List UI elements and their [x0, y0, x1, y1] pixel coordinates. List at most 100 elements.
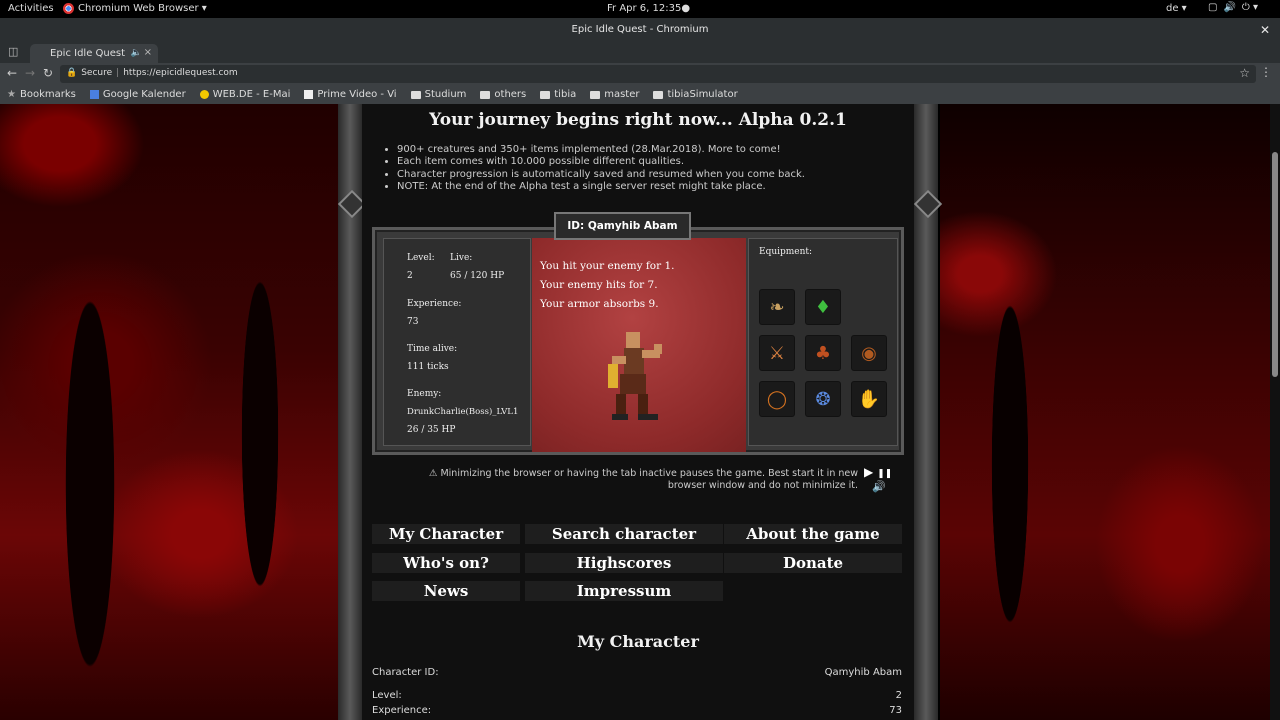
reload-icon[interactable]: ↻ [43, 66, 53, 80]
tab-epic-idle-quest[interactable]: Epic Idle Quest 🔈 × [30, 44, 158, 63]
time-alive-value: 111 ticks [407, 362, 449, 372]
bookmark-label: Studium [424, 89, 467, 100]
experience-row: Experience: 73 [372, 705, 902, 716]
lock-icon[interactable]: 🔒 [66, 68, 77, 80]
shield-icon[interactable]: ◉ [851, 335, 887, 371]
bookmark-label: tibiaSimulator [667, 89, 738, 100]
time-alive-label: Time alive: [407, 344, 458, 354]
webde-icon [199, 90, 209, 99]
row-label: Character ID: [372, 667, 439, 678]
scrollbar-thumb[interactable] [1272, 152, 1278, 377]
my-character-heading: My Character [577, 632, 699, 651]
page-scrollbar[interactable] [1270, 104, 1280, 720]
background-forest-right [940, 104, 1280, 720]
power-icon: ⏻ ▾ [1241, 2, 1259, 13]
bookmark-label: tibia [554, 89, 577, 100]
ring-icon[interactable]: ◯ [759, 381, 795, 417]
nav-search-character[interactable]: Search character [525, 524, 723, 544]
nav-impressum[interactable]: Impressum [525, 581, 723, 601]
folder-icon [590, 90, 601, 99]
calendar-icon [89, 90, 99, 99]
amulet-icon[interactable]: ❧ [759, 289, 795, 325]
nav-donate[interactable]: Donate [724, 553, 902, 573]
volume-icon: 🔊 [1223, 2, 1236, 13]
folder-icon [540, 90, 551, 99]
window-close-button[interactable]: ✕ [1260, 18, 1270, 42]
browser-menu-icon[interactable]: ⋮ [1260, 65, 1272, 79]
row-label: Experience: [372, 705, 432, 716]
address-bar[interactable]: 🔒 Secure | https://epicidlequest.com ☆ [60, 65, 1256, 83]
app-menu[interactable]: Chromium Web Browser ▾ [63, 3, 207, 14]
star-icon: ★ [7, 89, 16, 100]
forward-icon[interactable]: → [25, 66, 35, 80]
pause-icon[interactable]: ❚❚ [877, 469, 892, 479]
tab-search-icon[interactable]: ◫ [8, 45, 18, 58]
system-tray[interactable]: ▢ 🔊 ⏻ ▾ [1208, 2, 1258, 13]
live-value: 65 / 120 HP [450, 271, 505, 281]
chromium-icon [63, 3, 74, 14]
back-icon[interactable]: ← [7, 66, 17, 80]
nav-about-the-game[interactable]: About the game [724, 524, 902, 544]
bookmark-folder-studium[interactable]: Studium [410, 89, 467, 100]
bookmark-prime-video[interactable]: Prime Video - Vi [304, 89, 397, 100]
bookmark-star-icon[interactable]: ☆ [1239, 66, 1250, 80]
clock[interactable]: Fr Apr 6, 12:35● [607, 3, 690, 14]
gloves-icon[interactable]: ✋ [851, 381, 887, 417]
feature-item: NOTE: At the end of the Alpha test a sin… [397, 181, 805, 193]
page-viewport: Your journey begins right now... Alpha 0… [0, 104, 1280, 720]
combat-log-line: Your enemy hits for 7. [540, 279, 658, 291]
nav-whos-on[interactable]: Who's on? [372, 553, 520, 573]
os-top-bar: Activities Chromium Web Browser ▾ Fr Apr… [0, 0, 1280, 18]
combat-log-line: Your armor absorbs 9. [540, 298, 659, 310]
bookmark-folder-master[interactable]: master [590, 89, 639, 100]
sound-icon[interactable]: 🔊 [872, 480, 886, 493]
nav-highscores[interactable]: Highscores [525, 553, 723, 573]
page-headline: Your journey begins right now... Alpha 0… [429, 110, 847, 130]
tab-close-button[interactable]: × [144, 47, 152, 58]
game-controls: ▶ ❚❚ 🔊 [864, 465, 892, 493]
feature-item: Each item comes with 10.000 possible dif… [397, 156, 805, 168]
folder-icon [653, 90, 664, 99]
secure-label: Secure [81, 68, 113, 78]
nav-my-character[interactable]: My Character [372, 524, 520, 544]
language-indicator[interactable]: de ▾ [1166, 3, 1187, 14]
bookmark-bookmarks[interactable]: ★ Bookmarks [7, 89, 76, 100]
feature-list: 900+ creatures and 350+ items implemente… [385, 144, 805, 193]
bookmark-folder-others[interactable]: others [480, 89, 526, 100]
enemy-name: DrunkCharlie(Boss)_LVL1 [407, 407, 519, 417]
app-menu-label: Chromium Web Browser ▾ [78, 3, 207, 14]
combat-log-line: You hit your enemy for 1. [540, 260, 675, 272]
armor-icon[interactable]: ♣ [805, 335, 841, 371]
activities-button[interactable]: Activities [8, 3, 54, 14]
bookmark-label: master [604, 89, 640, 100]
row-value: Qamyhib Abam [824, 667, 902, 678]
tab-audio-icon[interactable]: 🔈 [131, 48, 142, 58]
bookmark-label: others [494, 89, 527, 100]
bookmark-folder-tibiasimulator[interactable]: tibiaSimulator [653, 89, 738, 100]
nav-news[interactable]: News [372, 581, 520, 601]
bookmark-google-kalender[interactable]: Google Kalender [89, 89, 186, 100]
screen-icon: ▢ [1208, 2, 1218, 13]
level-label: Level: [407, 253, 435, 263]
play-icon[interactable]: ▶ [864, 465, 873, 479]
club-icon[interactable]: ⚔ [759, 335, 795, 371]
helmet-icon[interactable]: ♦ [805, 289, 841, 325]
live-label: Live: [450, 253, 473, 263]
equipment-panel: Equipment: ❧ ♦ ⚔ ♣ ◉ ◯ ❂ ✋ [748, 238, 898, 446]
bookmark-webde[interactable]: WEB.DE - E-Mai [199, 89, 290, 100]
main-content: Your journey begins right now... Alpha 0… [362, 104, 914, 720]
bookmarks-bar: ★ Bookmarks Google Kalender WEB.DE - E-M… [0, 85, 1280, 104]
game-panel: Level: Live: 2 65 / 120 HP Experience: 7… [372, 227, 904, 455]
stats-panel: Level: Live: 2 65 / 120 HP Experience: 7… [383, 238, 531, 446]
url-separator: | [116, 68, 120, 78]
bookmark-label: Bookmarks [19, 89, 76, 100]
row-value: 73 [889, 705, 902, 716]
bookmark-folder-tibia[interactable]: tibia [540, 89, 576, 100]
prime-icon [304, 90, 314, 99]
pause-warning: ⚠ Minimizing the browser or having the t… [428, 468, 858, 491]
url-text[interactable]: https://epicidlequest.com [123, 68, 237, 80]
boots-icon[interactable]: ❂ [805, 381, 841, 417]
folder-icon [410, 90, 421, 99]
row-value: 2 [895, 690, 902, 701]
hero-sprite [608, 332, 662, 420]
